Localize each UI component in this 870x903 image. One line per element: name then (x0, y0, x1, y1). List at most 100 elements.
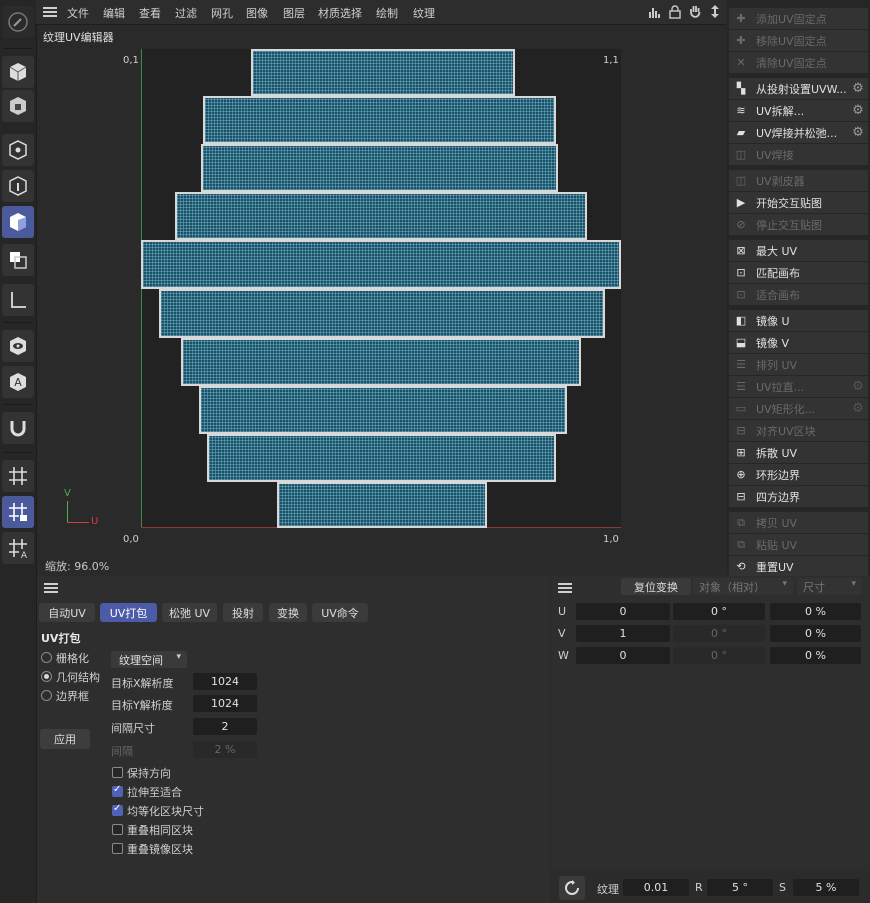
space-dropdown[interactable]: 纹理空间 ▾ (111, 651, 187, 668)
menu-file[interactable]: 文件 (67, 5, 89, 21)
uv-viewport[interactable]: 纹理UV编辑器 0,1 1,1 0,0 1,0 V U 缩放: 96.0% (37, 25, 725, 573)
checkbox-keep-orientation[interactable] (112, 767, 123, 778)
checkbox-equalize-size[interactable] (112, 803, 123, 816)
scale-step-field[interactable]: 5 % (793, 879, 859, 896)
copy-icon: ⧉ (737, 515, 745, 529)
command-button[interactable]: ⊕ 环形边界 (729, 464, 868, 485)
command-button: ☰ 排列 UV (729, 354, 868, 375)
uv-island[interactable] (159, 289, 605, 338)
tab-auto-uv[interactable]: 自动UV (39, 603, 95, 622)
axis-icon[interactable] (2, 284, 34, 316)
command-label: 开始交互贴图 (756, 196, 822, 210)
points-mode-icon[interactable] (2, 134, 34, 166)
command-button[interactable]: ▰ UV焊接并松弛... ⚙ (729, 122, 868, 143)
grid-icon[interactable] (2, 460, 34, 492)
command-button[interactable]: ⊟ 四方边界 (729, 486, 868, 507)
scale-field[interactable]: 0 % (770, 647, 861, 664)
gear-icon[interactable]: ⚙ (851, 81, 865, 96)
target-x-field[interactable]: 1024 (193, 673, 257, 690)
menu-material-select[interactable]: 材质选择 (318, 5, 362, 21)
size-mode-dropdown[interactable]: 尺寸 ▾ (797, 578, 862, 595)
spacing-size-field[interactable]: 2 (193, 718, 257, 735)
uv-island[interactable] (199, 386, 567, 434)
tab-transform[interactable]: 变换 (269, 603, 307, 622)
auto-icon[interactable]: A (2, 366, 34, 398)
menu-paint[interactable]: 绘制 (376, 5, 398, 21)
edit-pencil-icon[interactable] (2, 6, 34, 38)
uv-island[interactable] (207, 434, 556, 482)
scale-field[interactable]: 0 % (770, 603, 861, 620)
uv-island[interactable] (203, 96, 556, 144)
magnet-icon[interactable] (2, 412, 34, 444)
command-button[interactable]: ◧ 镜像 U (729, 310, 868, 331)
grid-lock-icon[interactable] (2, 496, 34, 528)
command-button[interactable]: ⊠ 最大 UV (729, 240, 868, 261)
position-field[interactable]: 0 (576, 647, 670, 664)
uv-mode-icon[interactable] (2, 244, 34, 276)
rotation-field[interactable]: 0 ° (673, 603, 765, 620)
edges-mode-icon[interactable] (2, 170, 34, 202)
axis-label: U (558, 605, 567, 618)
target-y-field[interactable]: 1024 (193, 695, 257, 712)
scale-field[interactable]: 0 % (770, 625, 861, 642)
tab-projection[interactable]: 投射 (223, 603, 263, 622)
menu-view[interactable]: 查看 (139, 5, 161, 21)
lock-icon[interactable] (668, 5, 682, 19)
tab-uv-commands[interactable]: UV命令 (312, 603, 368, 622)
menu-texture[interactable]: 纹理 (413, 5, 435, 21)
solo-icon[interactable] (2, 330, 34, 362)
command-button[interactable]: ⊞ 拆散 UV (729, 442, 868, 463)
position-field[interactable]: 1 (576, 625, 670, 642)
gear-icon[interactable]: ⚙ (851, 103, 865, 118)
menu-layer[interactable]: 图层 (283, 5, 305, 21)
command-button[interactable]: ▶ 开始交互贴图 (729, 192, 868, 213)
polygons-mode-icon[interactable] (2, 206, 34, 238)
ring-border-icon: ⊕ (736, 468, 746, 481)
menu-mesh[interactable]: 网孔 (211, 5, 233, 21)
position-field[interactable]: 0 (576, 603, 670, 620)
transform-menu-icon[interactable] (558, 583, 572, 593)
object-mode-icon[interactable] (2, 90, 34, 122)
hand-icon[interactable] (688, 4, 702, 19)
histogram-icon[interactable] (648, 5, 662, 19)
uv-island[interactable] (251, 49, 515, 96)
radio-rasterize[interactable] (41, 652, 52, 663)
menu-filter[interactable]: 过滤 (175, 5, 197, 21)
reset-transform-button[interactable]: 复位变换 (621, 578, 691, 595)
model-mode-icon[interactable] (2, 56, 34, 88)
tab-uv-pack[interactable]: UV打包 (100, 603, 157, 622)
uv-island[interactable] (181, 338, 581, 386)
command-button[interactable]: ⬓ 镜像 V (729, 332, 868, 353)
tab-relax-uv[interactable]: 松弛 UV (162, 603, 217, 622)
command-button[interactable]: ▚ 从投射设置UVW... ⚙ (729, 78, 868, 99)
checkbox-overlap-identical[interactable] (112, 824, 123, 835)
uv-corner-top-left: 0,1 (123, 55, 139, 66)
uv-island[interactable] (201, 144, 558, 192)
menu-edit[interactable]: 编辑 (103, 5, 125, 21)
texture-step-field[interactable]: 0.01 (623, 879, 689, 896)
checkbox-stretch-to-fit[interactable] (112, 784, 123, 797)
panel-menu-icon[interactable] (44, 583, 58, 593)
command-button[interactable]: ≋ UV拆解... ⚙ (729, 100, 868, 121)
menu-hamburger-icon[interactable] (43, 7, 57, 17)
command-button[interactable]: ⊡ 匹配画布 (729, 262, 868, 283)
gear-icon[interactable]: ⚙ (851, 125, 865, 140)
uv-island[interactable] (175, 192, 587, 240)
uv-canvas[interactable] (141, 49, 621, 528)
checkbox-overlap-mirrored[interactable] (112, 843, 123, 854)
apply-button[interactable]: 应用 (40, 729, 90, 749)
snap-toggle[interactable] (559, 876, 585, 900)
radio-geometric[interactable] (41, 671, 52, 682)
rotation-step-field[interactable]: 5 ° (707, 879, 773, 896)
move-vertical-icon[interactable] (708, 4, 722, 19)
grid-auto-icon[interactable]: A (2, 532, 34, 564)
command-button[interactable]: ⟲ 重置UV (729, 556, 868, 577)
menu-image[interactable]: 图像 (246, 5, 268, 21)
radio-bounding-box[interactable] (41, 690, 52, 701)
chevron-down-icon: ▾ (176, 652, 181, 662)
coord-mode-dropdown[interactable]: 对象（相对） ▾ (693, 578, 793, 595)
weld-relax-icon: ▰ (736, 126, 746, 139)
uv-island[interactable] (141, 240, 621, 289)
radio-rasterize-label: 栅格化 (56, 652, 89, 665)
uv-island[interactable] (277, 482, 487, 528)
